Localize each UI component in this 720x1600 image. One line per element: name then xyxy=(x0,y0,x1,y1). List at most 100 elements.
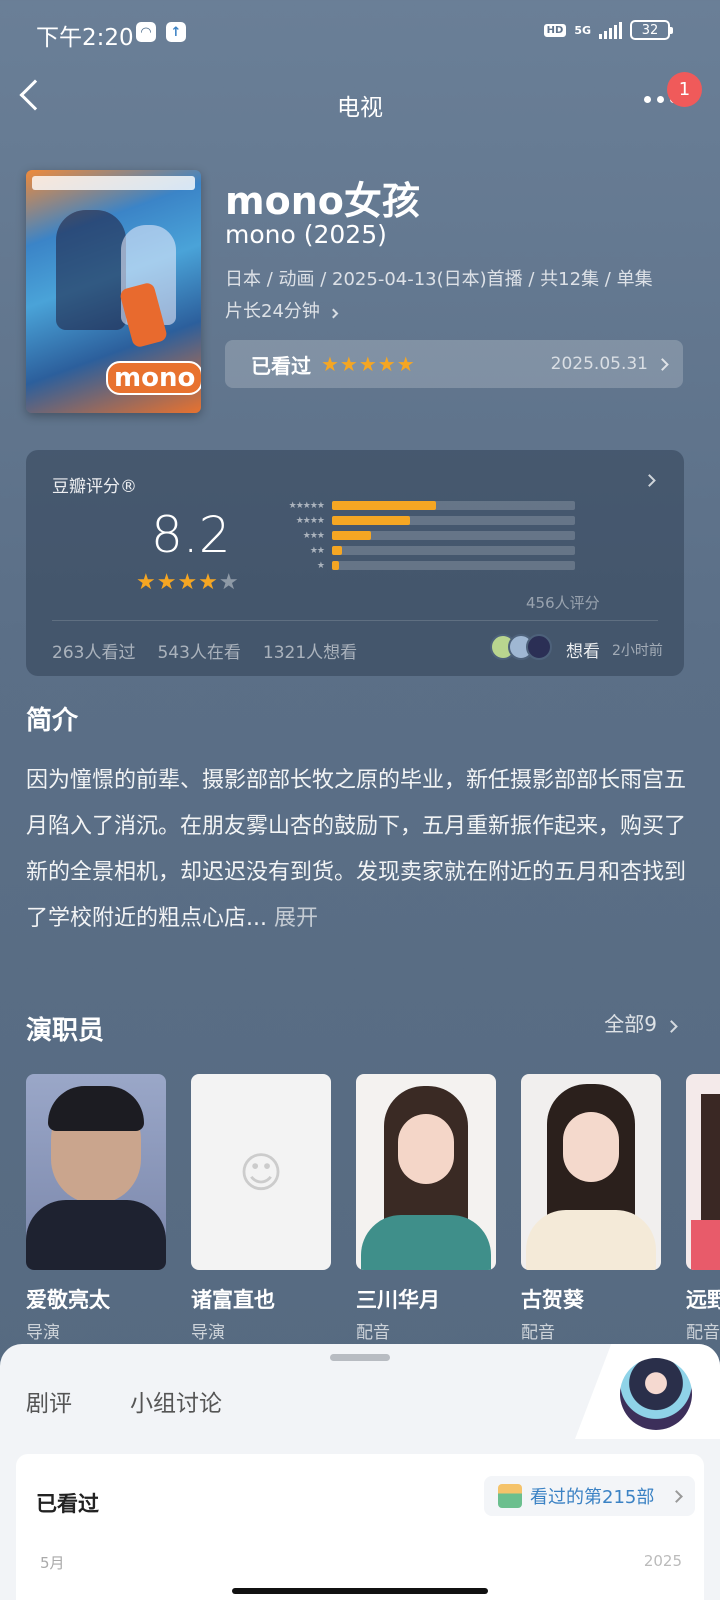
divider xyxy=(52,620,658,621)
cast-member[interactable]: 远野 配音 xyxy=(686,1074,720,1343)
dist-stars: ★★ xyxy=(309,545,325,556)
badge-text: 看过的第215部 xyxy=(530,1487,655,1508)
rating-score: 8.2 xyxy=(151,506,231,564)
rating-dist-row: ★★★★ xyxy=(262,513,575,528)
dist-bar-fill xyxy=(332,516,410,525)
friend-avatars[interactable] xyxy=(490,634,552,660)
tab-group-discussion[interactable]: 小组讨论 xyxy=(130,1384,222,1418)
card-title: 已看过 xyxy=(36,1492,99,1516)
cast-all-link[interactable]: 全部9 xyxy=(604,1008,678,1037)
friend-time: 2小时前 xyxy=(612,643,663,659)
battery-level: 32 xyxy=(641,22,659,38)
network-label: 5G xyxy=(574,23,591,37)
dist-bar-track xyxy=(332,546,575,555)
cast-member[interactable]: 爱敬亮太 导演 xyxy=(26,1074,166,1343)
poster-logo: mono xyxy=(106,361,201,395)
chevron-right-icon xyxy=(656,357,669,371)
rating-label: 豆瓣评分® xyxy=(52,477,137,497)
cast-photo xyxy=(521,1074,661,1270)
signal-icon xyxy=(599,21,622,39)
cast-name: 远野 xyxy=(686,1288,720,1312)
placeholder-photo: ☺ xyxy=(191,1074,331,1270)
watch-stats: 263人看过 543人在看 1321人想看 xyxy=(52,638,357,663)
cast-member[interactable]: ☺ 诸富直也 导演 xyxy=(191,1074,331,1343)
cast-role: 配音 xyxy=(356,1323,390,1343)
want-count: 1321人想看 xyxy=(262,643,358,663)
movie-original-title: mono (2025) xyxy=(225,220,387,249)
watching-count: 543人在看 xyxy=(157,643,241,663)
movie-meta[interactable]: 日本 / 动画 / 2025-04-13(日本)首播 / 共12集 / 单集 片… xyxy=(225,264,685,328)
notification-badge[interactable]: 1 xyxy=(667,72,702,107)
app-notification-icon: ◠ xyxy=(136,22,156,42)
friend-action: 想看 xyxy=(566,642,600,662)
page-title: 电视 xyxy=(337,95,383,121)
dist-bar-track xyxy=(332,561,575,570)
rating-stars: ★★★★★ xyxy=(136,570,240,595)
watched-count: 263人看过 xyxy=(52,643,136,663)
tab-reviews[interactable]: 剧评 xyxy=(26,1384,72,1418)
rating-distribution: ★★★★★ ★★★★ ★★★ ★★ ★ xyxy=(262,498,575,573)
battery-icon: 32 xyxy=(630,20,673,40)
expand-link[interactable]: 展开 xyxy=(274,906,318,931)
rating-count: 456人评分 xyxy=(526,594,600,612)
status-time: 下午2:20 xyxy=(36,25,134,51)
poster-image[interactable]: mono xyxy=(26,170,201,413)
poster-banner xyxy=(32,176,195,190)
chevron-right-icon xyxy=(643,474,656,487)
chevron-right-icon xyxy=(670,1489,684,1503)
synopsis-heading: 简介 xyxy=(26,706,79,736)
drag-handle[interactable] xyxy=(330,1354,390,1361)
watched-label: 已看过 xyxy=(251,353,311,378)
dist-stars: ★★★ xyxy=(302,530,325,541)
movie-title: mono女孩 xyxy=(225,179,420,223)
hd-icon: HD xyxy=(543,23,567,37)
dist-stars: ★ xyxy=(316,560,325,571)
watched-date: 2025.05.31 xyxy=(550,354,648,374)
cast-photo xyxy=(356,1074,496,1270)
dist-stars: ★★★★★ xyxy=(288,500,325,511)
home-indicator[interactable] xyxy=(232,1588,488,1594)
watched-history-card[interactable]: 已看过 看过的第215部 5月 2025 xyxy=(16,1454,704,1600)
cast-role: 配音 xyxy=(521,1323,555,1343)
chevron-right-icon xyxy=(328,308,339,319)
timeline-month: 5月 xyxy=(40,1554,65,1572)
bottom-sheet[interactable]: 剧评 小组讨论 已看过 看过的第215部 5月 2025 xyxy=(0,1344,720,1600)
poster-figure xyxy=(56,210,126,330)
rating-dist-row: ★★★★★ xyxy=(262,498,575,513)
dist-bar-track xyxy=(332,531,575,540)
cast-name: 古贺葵 xyxy=(521,1288,584,1312)
cast-photo xyxy=(686,1074,720,1270)
box-icon xyxy=(498,1484,522,1508)
cast-name: 诸富直也 xyxy=(191,1288,275,1312)
timeline-year: 2025 xyxy=(643,1552,682,1570)
cast-name: 爱敬亮太 xyxy=(26,1288,110,1312)
cast-role: 配音 xyxy=(686,1323,720,1343)
dist-bar-fill xyxy=(332,501,437,510)
user-avatar[interactable] xyxy=(620,1358,692,1430)
cast-heading: 演职员 xyxy=(26,1016,105,1046)
dist-bar-fill xyxy=(332,531,371,540)
theater-mask-icon: ☺ xyxy=(239,1147,283,1197)
cast-name: 三川华月 xyxy=(356,1288,440,1312)
dist-stars: ★★★★ xyxy=(295,515,325,526)
avatar xyxy=(526,634,552,660)
dist-bar-fill xyxy=(332,561,340,570)
cast-member[interactable]: 三川华月 配音 xyxy=(356,1074,496,1343)
synopsis-text[interactable]: 因为憧憬的前辈、摄影部部长牧之原的毕业，新任摄影部部长雨宫五月陷入了消沉。在朋友… xyxy=(26,758,696,942)
meta-line: 片长24分钟 xyxy=(225,296,685,328)
rating-dist-row: ★★★ xyxy=(262,528,575,543)
dist-bar-track xyxy=(332,516,575,525)
my-watched-bar[interactable]: 已看过 ★★★★★ 2025.05.31 xyxy=(225,340,683,388)
meta-line: 日本 / 动画 / 2025-04-13(日本)首播 / 共12集 / 单集 xyxy=(225,269,653,290)
chevron-right-icon xyxy=(665,1020,678,1033)
status-right: HD 5G 32 xyxy=(543,20,673,40)
cast-photo xyxy=(26,1074,166,1270)
dist-bar-track xyxy=(332,501,575,510)
rating-card[interactable]: 豆瓣评分® 8.2 ★★★★★ ★★★★★ ★★★★ ★★★ ★★ ★ 456人评分 2… xyxy=(26,450,684,676)
upload-icon: ↑ xyxy=(166,22,186,42)
dist-bar-fill xyxy=(332,546,342,555)
watched-count-badge[interactable]: 看过的第215部 xyxy=(484,1476,696,1516)
cast-member[interactable]: 古贺葵 配音 xyxy=(521,1074,661,1343)
cast-role: 导演 xyxy=(26,1323,60,1343)
my-rating-stars: ★★★★★ xyxy=(321,352,416,376)
